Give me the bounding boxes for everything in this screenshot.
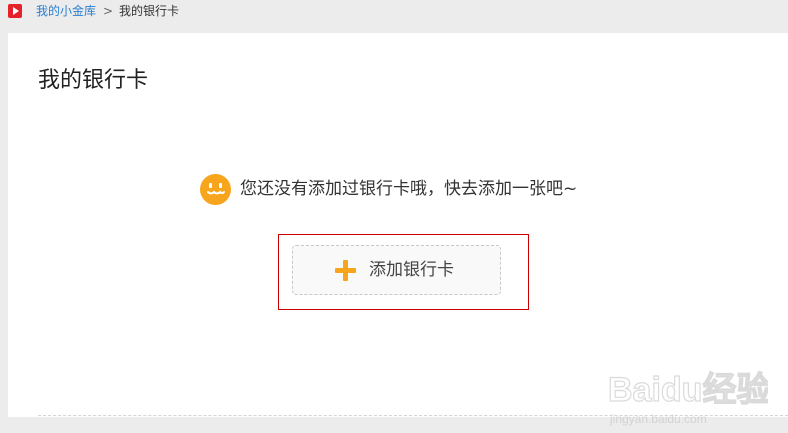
empty-state-message: 您还没有添加过银行卡哦，快去添加一张吧~ (240, 179, 578, 199)
add-bank-card-label: 添加银行卡 (369, 260, 454, 280)
main-panel: 我的银行卡 您还没有添加过银行卡哦，快去添加一张吧~ 添加银行卡 Baidu经验… (8, 33, 788, 426)
page-title: 我的银行卡 (38, 68, 149, 93)
breadcrumb-bar: 我的小金库 > 我的银行卡 (0, 0, 788, 32)
add-bank-card-button[interactable]: 添加银行卡 (292, 245, 501, 295)
breadcrumb-separator: > (103, 4, 114, 18)
svg-text:Baidu经验: Baidu经验 (608, 370, 768, 409)
smile-icon (200, 174, 231, 205)
breadcrumb-home-link[interactable]: 我的小金库 (36, 3, 96, 19)
baidu-jingyan-watermark: Baidu经验 jingyan.baidu.com (608, 363, 768, 433)
highlight-frame: 添加银行卡 (278, 234, 529, 310)
plus-icon (335, 260, 356, 281)
svg-text:jingyan.baidu.com: jingyan.baidu.com (609, 412, 707, 426)
breadcrumb-current: 我的银行卡 (119, 4, 180, 18)
play-logo-icon (8, 4, 22, 18)
